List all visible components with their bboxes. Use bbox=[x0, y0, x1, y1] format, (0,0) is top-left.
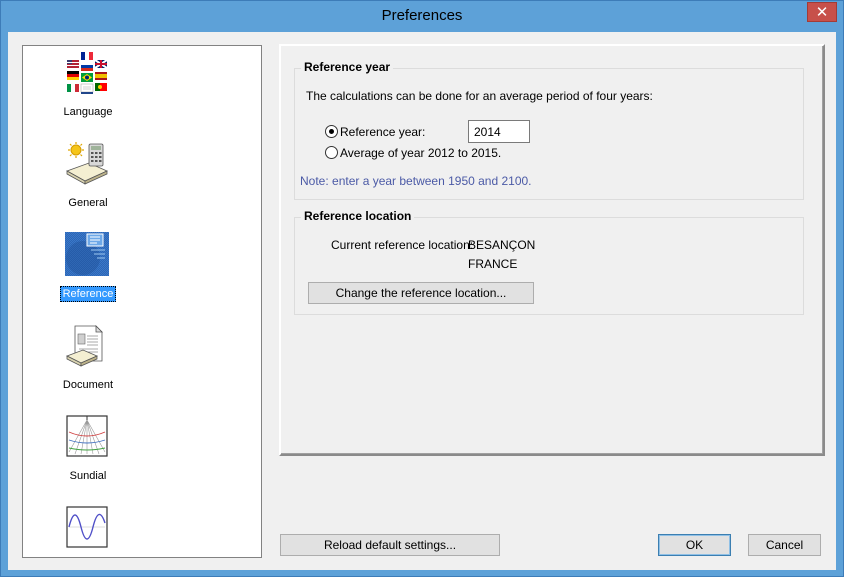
location-country: FRANCE bbox=[468, 257, 518, 271]
reference-location-group: Reference location Current reference loc… bbox=[294, 209, 804, 315]
reference-year-radio[interactable] bbox=[325, 125, 338, 138]
waveform-icon bbox=[66, 506, 108, 548]
change-location-button[interactable]: Change the reference location... bbox=[308, 282, 534, 304]
description-text: The calculations can be done for an aver… bbox=[306, 89, 653, 103]
sidebar-item-general[interactable]: General bbox=[23, 141, 153, 211]
average-year-radio[interactable] bbox=[325, 146, 338, 159]
reload-defaults-button[interactable]: Reload default settings... bbox=[280, 534, 500, 556]
group-title: Reference location bbox=[301, 209, 415, 223]
reference-year-input[interactable] bbox=[468, 120, 530, 143]
sidebar-item-label: Language bbox=[63, 106, 113, 118]
average-year-radio-label[interactable]: Average of year 2012 to 2015. bbox=[340, 146, 501, 160]
category-list[interactable]: Language General Reference Document Sund… bbox=[22, 45, 262, 558]
location-city: BESANÇON bbox=[468, 238, 536, 252]
preferences-window: Preferences ✕ Language General Reference… bbox=[0, 0, 844, 577]
sidebar-item-chart[interactable] bbox=[23, 505, 153, 557]
title-bar[interactable]: Preferences ✕ bbox=[1, 1, 843, 32]
close-button[interactable]: ✕ bbox=[807, 2, 837, 22]
window-title: Preferences bbox=[381, 7, 463, 24]
sidebar-item-label: Sundial bbox=[69, 470, 107, 482]
sidebar-item-language[interactable]: Language bbox=[23, 50, 153, 120]
globe-icon bbox=[65, 232, 109, 276]
ok-button[interactable]: OK bbox=[658, 534, 731, 556]
sidebar-item-label: Reference bbox=[59, 286, 117, 302]
current-location-label: Current reference location: bbox=[331, 238, 474, 252]
reference-year-group: Reference year The calculations can be d… bbox=[294, 60, 804, 200]
sidebar-item-reference[interactable]: Reference bbox=[23, 232, 153, 302]
reference-year-radio-label[interactable]: Reference year: bbox=[340, 125, 425, 139]
flags-icon bbox=[67, 52, 108, 94]
document-icon bbox=[66, 325, 103, 367]
sidebar-item-sundial[interactable]: Sundial bbox=[23, 414, 153, 484]
settings-panel: Reference year The calculations can be d… bbox=[279, 44, 825, 456]
group-title: Reference year bbox=[301, 60, 394, 74]
sidebar-item-document[interactable]: Document bbox=[23, 323, 153, 393]
year-range-note: Note: enter a year between 1950 and 2100… bbox=[300, 174, 532, 188]
sidebar-item-label: General bbox=[68, 197, 108, 209]
sidebar-item-label: Document bbox=[62, 379, 114, 391]
calculator-sun-icon bbox=[66, 142, 108, 185]
dialog-body: Language General Reference Document Sund… bbox=[8, 32, 836, 570]
cancel-button[interactable]: Cancel bbox=[748, 534, 821, 556]
sundial-icon bbox=[66, 415, 108, 457]
